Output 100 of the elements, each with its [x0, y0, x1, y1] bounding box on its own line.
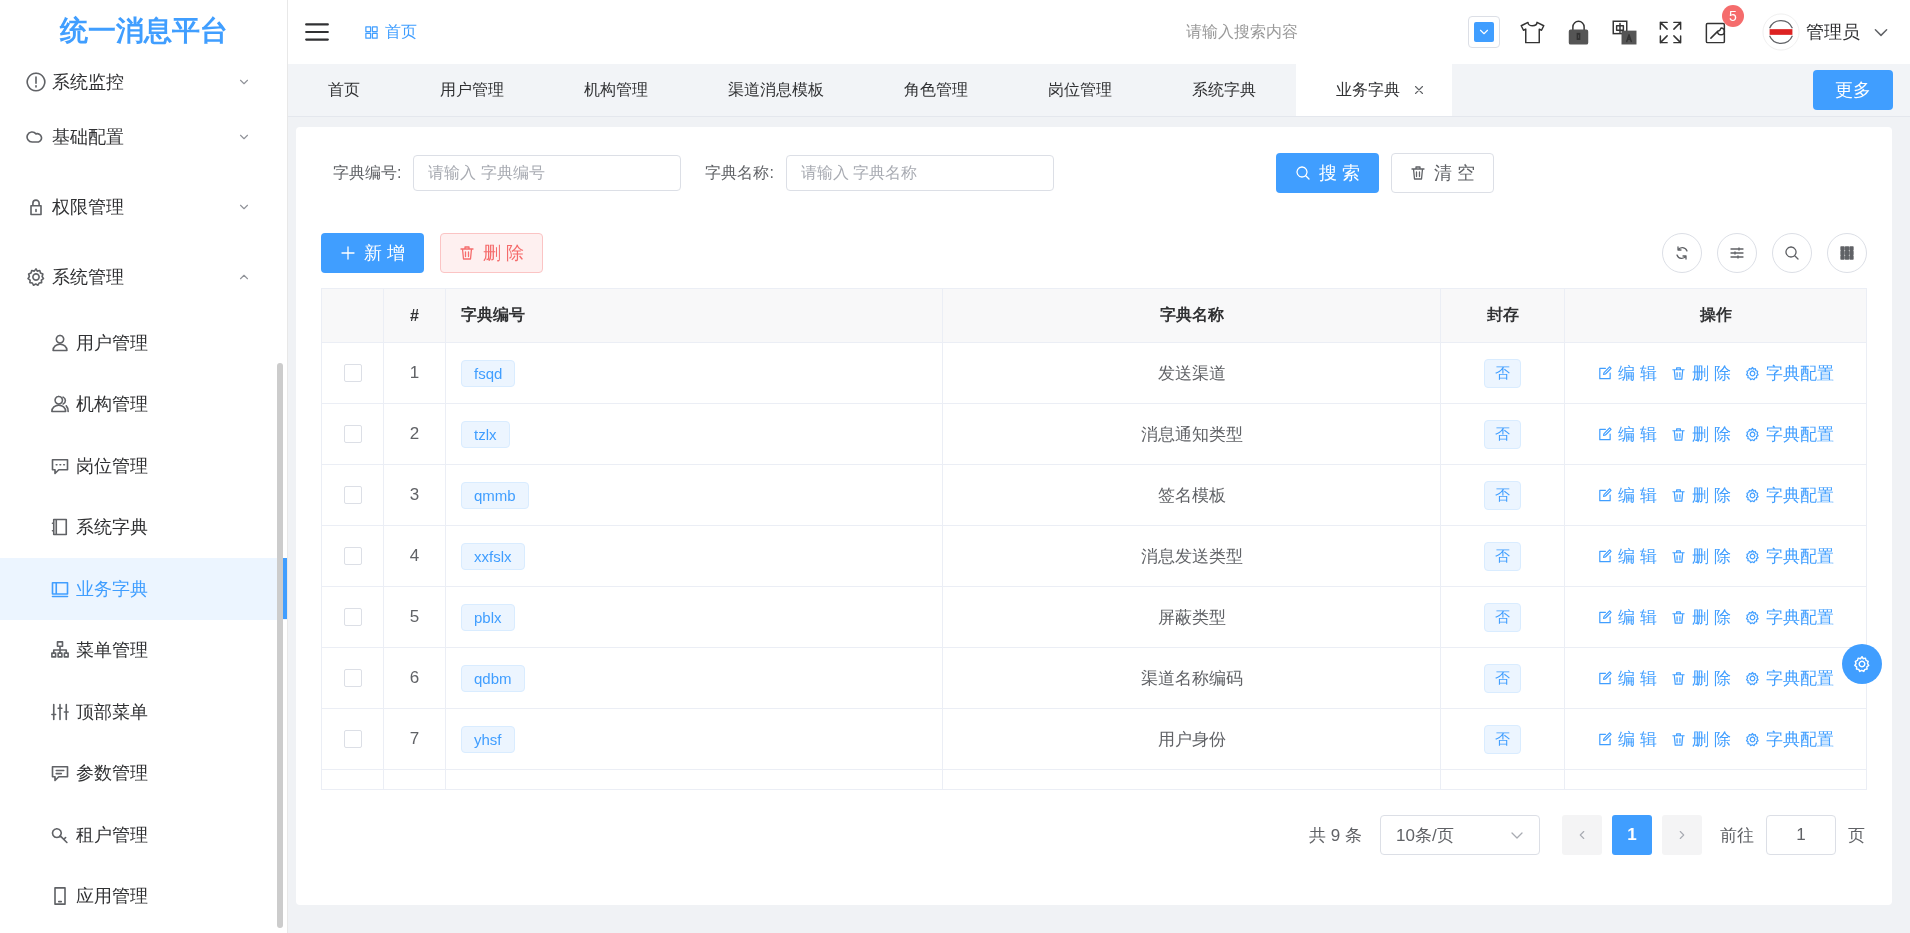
- gear-icon: [1744, 670, 1760, 686]
- page-button[interactable]: 1: [1612, 815, 1652, 855]
- scrollbar[interactable]: [277, 363, 283, 928]
- input-field[interactable]: 请输入 字典名称: [785, 155, 1054, 191]
- gear-icon: [1853, 655, 1871, 673]
- checkbox[interactable]: [343, 730, 362, 748]
- sidebar-item[interactable]: 系统管理: [0, 242, 287, 312]
- checkbox[interactable]: [343, 608, 362, 626]
- edit-icon: [1597, 487, 1613, 503]
- column-header: 字典名称: [1159, 305, 1224, 325]
- action-link[interactable]: 删 除: [1671, 727, 1731, 751]
- filter-settings-button[interactable]: [1717, 233, 1757, 273]
- search-icon: [1784, 245, 1800, 261]
- sidebar-subitem[interactable]: 参数管理: [0, 742, 287, 804]
- status-tag: 否: [1484, 480, 1521, 510]
- trash-icon: [1671, 548, 1686, 564]
- checkbox[interactable]: [343, 547, 362, 565]
- notification-badge: 5: [1722, 4, 1744, 27]
- field-label: 字典名称:: [705, 162, 774, 183]
- action-link[interactable]: 编 辑: [1597, 605, 1657, 629]
- delete-button[interactable]: 删 除: [440, 233, 544, 273]
- page-size-select[interactable]: 10条/页: [1380, 815, 1540, 855]
- refresh-button[interactable]: [1662, 233, 1702, 273]
- search-icon: [1294, 165, 1311, 181]
- edit-icon: [1597, 426, 1613, 442]
- table-cell-text: 用户身份: [1157, 728, 1226, 751]
- action-link[interactable]: 删 除: [1671, 666, 1731, 690]
- action-link[interactable]: 编 辑: [1597, 666, 1657, 690]
- more-button[interactable]: 更多: [1813, 70, 1893, 110]
- sidebar-subitem[interactable]: 用户管理: [0, 312, 287, 374]
- sidebar-subitem[interactable]: 应用管理: [0, 865, 287, 927]
- search-button[interactable]: 搜 索: [1275, 153, 1379, 193]
- page-input[interactable]: 1: [1766, 815, 1836, 855]
- action-link[interactable]: 字典配置: [1744, 727, 1834, 751]
- checkbox[interactable]: [343, 425, 362, 443]
- gear-icon: [1744, 426, 1760, 442]
- trash-icon: [1671, 670, 1686, 686]
- dropdown-toggle[interactable]: [1468, 16, 1500, 48]
- action-link[interactable]: 编 辑: [1597, 727, 1657, 751]
- action-link[interactable]: 字典配置: [1744, 483, 1834, 507]
- trash-icon: [1671, 487, 1686, 503]
- sidebar-item[interactable]: 权限管理: [0, 172, 287, 242]
- code-tag: tzlx: [461, 420, 510, 448]
- row-number: 7: [409, 729, 420, 749]
- action-link[interactable]: 字典配置: [1744, 666, 1834, 690]
- tab[interactable]: 渠道消息模板: [688, 64, 864, 116]
- clear-button[interactable]: 清 空: [1390, 153, 1494, 193]
- action-link[interactable]: 删 除: [1671, 605, 1731, 629]
- action-link[interactable]: 删 除: [1671, 483, 1731, 507]
- gear-icon: [1744, 731, 1760, 747]
- tab[interactable]: 用户管理: [400, 64, 544, 116]
- sidebar-item[interactable]: 系统监控: [0, 62, 287, 102]
- action-link[interactable]: 编 辑: [1597, 422, 1657, 446]
- action-link[interactable]: 字典配置: [1744, 361, 1834, 385]
- sidebar-subitem[interactable]: 租户管理: [0, 804, 287, 866]
- trash-icon: [1671, 426, 1686, 442]
- column-header: 封存: [1486, 305, 1519, 325]
- checkbox[interactable]: [343, 669, 362, 687]
- close-icon[interactable]: [1412, 83, 1426, 97]
- action-link[interactable]: 编 辑: [1597, 361, 1657, 385]
- checkbox[interactable]: [343, 486, 362, 504]
- status-tag: 否: [1484, 602, 1521, 632]
- code-tag: fsqd: [461, 359, 516, 387]
- sidebar-subitem[interactable]: 菜单管理: [0, 619, 287, 681]
- trash-icon: [1671, 731, 1686, 747]
- translate-icon[interactable]: [1611, 18, 1638, 46]
- action-link[interactable]: 字典配置: [1744, 605, 1834, 629]
- add-button[interactable]: 新 增: [321, 233, 424, 273]
- tab[interactable]: 机构管理: [544, 64, 688, 116]
- sidebar-subitem[interactable]: 系统字典: [0, 496, 287, 558]
- columns-button[interactable]: [1827, 233, 1867, 273]
- sidebar-subitem[interactable]: 机构管理: [0, 373, 287, 435]
- avatar[interactable]: [1762, 13, 1800, 51]
- gear-icon: [1744, 548, 1760, 564]
- action-link[interactable]: 字典配置: [1744, 422, 1834, 446]
- sidebar-item[interactable]: 基础配置: [0, 102, 287, 172]
- action-link[interactable]: 删 除: [1671, 361, 1731, 385]
- breadcrumb-link[interactable]: 首页: [364, 21, 417, 43]
- action-link[interactable]: 编 辑: [1597, 483, 1657, 507]
- table-cell-text: 签名模板: [1157, 484, 1226, 507]
- tab[interactable]: 角色管理: [864, 64, 1008, 116]
- search-button[interactable]: [1772, 233, 1812, 273]
- sidebar-subitem[interactable]: 顶部菜单: [0, 681, 287, 743]
- tab[interactable]: 首页: [288, 64, 400, 116]
- user-name[interactable]: 管理员: [1806, 20, 1860, 44]
- checkbox[interactable]: [343, 364, 362, 382]
- action-link[interactable]: 删 除: [1671, 422, 1731, 446]
- edit-icon: [1597, 609, 1613, 625]
- sidebar-subitem[interactable]: 岗位管理: [0, 435, 287, 497]
- tab[interactable]: 系统字典: [1152, 64, 1296, 116]
- action-link[interactable]: 删 除: [1671, 544, 1731, 568]
- row-number: 3: [409, 485, 420, 505]
- action-link[interactable]: 编 辑: [1597, 544, 1657, 568]
- edit-icon: [1597, 548, 1613, 564]
- action-link[interactable]: 字典配置: [1744, 544, 1834, 568]
- tab[interactable]: 业务字典: [1296, 64, 1452, 116]
- input-field[interactable]: 请输入 字典编号: [413, 155, 682, 191]
- sidebar-subitem[interactable]: 业务字典: [0, 558, 287, 620]
- tab[interactable]: 岗位管理: [1008, 64, 1152, 116]
- grid-icon: [1839, 245, 1855, 261]
